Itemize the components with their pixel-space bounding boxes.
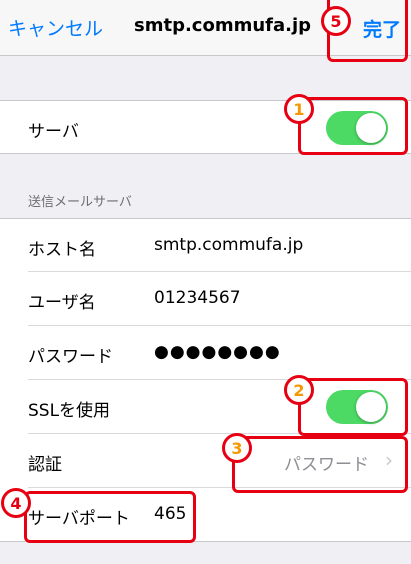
password-field[interactable]: ●●●●●●●● [154, 342, 281, 362]
user-label: ユーザ名 [28, 293, 96, 313]
server-label: サーバ [28, 122, 79, 142]
annotation-box-1 [298, 97, 408, 155]
auth-label: 認証 [28, 455, 62, 475]
page-title: smtp.commufa.jp [134, 15, 312, 36]
annotation-badge-1: 1 [284, 94, 314, 124]
annotation-badge-2: 2 [284, 375, 314, 405]
cancel-button[interactable]: キャンセル [8, 14, 103, 41]
host-label: ホスト名 [28, 240, 96, 260]
password-row[interactable]: パスワード ●●●●●●●● [0, 326, 411, 380]
annotation-badge-4: 4 [1, 488, 31, 518]
section-header-outgoing: 送信メールサーバ [28, 195, 132, 210]
annotation-box-2 [298, 378, 408, 436]
user-field[interactable]: 01234567 [154, 288, 241, 308]
annotation-badge-3: 3 [222, 433, 252, 463]
ssl-label: SSLを使用 [28, 401, 111, 421]
host-field[interactable]: smtp.commufa.jp [154, 235, 303, 255]
annotation-box-4 [24, 491, 196, 543]
user-row[interactable]: ユーザ名 01234567 [0, 272, 411, 326]
annotation-box-3 [232, 436, 408, 493]
host-row[interactable]: ホスト名 smtp.commufa.jp [0, 218, 411, 272]
annotation-badge-5: 5 [321, 6, 351, 36]
password-label: パスワード [28, 347, 113, 367]
